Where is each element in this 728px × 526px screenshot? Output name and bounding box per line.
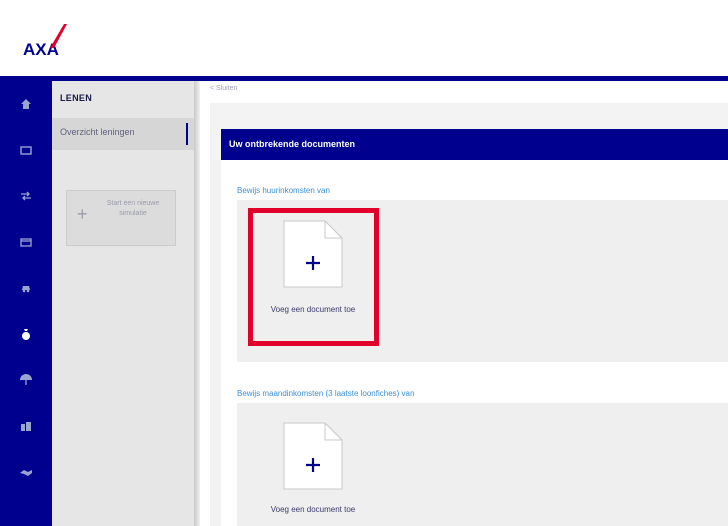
car-icon[interactable] [0, 265, 52, 311]
card-icon[interactable] [0, 219, 52, 265]
subnav-title: LENEN [60, 93, 93, 103]
new-simulation-label: Start een nieuwe simulatie [106, 200, 160, 217]
building-icon[interactable] [0, 403, 52, 449]
top-header: AXA [0, 0, 728, 76]
axa-logo[interactable]: AXA [22, 22, 67, 60]
document-plus-icon [283, 422, 343, 490]
active-marker [186, 123, 188, 145]
handshake-icon[interactable] [0, 449, 52, 495]
highlight-box [248, 208, 379, 346]
subnav-item-label: Overzicht leningen [60, 127, 135, 137]
subnav-divider [194, 81, 200, 526]
money-bag-icon[interactable] [0, 311, 52, 357]
plus-icon: + [77, 204, 88, 224]
umbrella-icon[interactable] [0, 357, 52, 403]
transfer-icon[interactable] [0, 173, 52, 219]
group-title-rental-income: Bewijs huurinkomsten van [237, 186, 330, 195]
section-title: Uw ontbrekende documenten [229, 139, 356, 149]
home-icon[interactable] [0, 81, 52, 127]
new-simulation-button[interactable]: + Start een nieuwe simulatie [66, 190, 176, 246]
close-link[interactable]: < Sluiten [210, 85, 237, 92]
subnav-item-overview[interactable]: Overzicht leningen [52, 118, 194, 150]
icon-rail [0, 81, 52, 526]
section-header: Uw ontbrekende documenten [221, 129, 728, 160]
add-document-label-income[interactable]: Voeg een document toe [253, 502, 373, 517]
folder-icon[interactable] [0, 127, 52, 173]
add-document-button-income[interactable] [283, 422, 343, 490]
loans-subnav: LENEN Overzicht leningen + Start een nie… [52, 81, 194, 526]
group-title-monthly-income: Bewijs maandinkomsten (3 laatste loonfic… [237, 389, 415, 398]
